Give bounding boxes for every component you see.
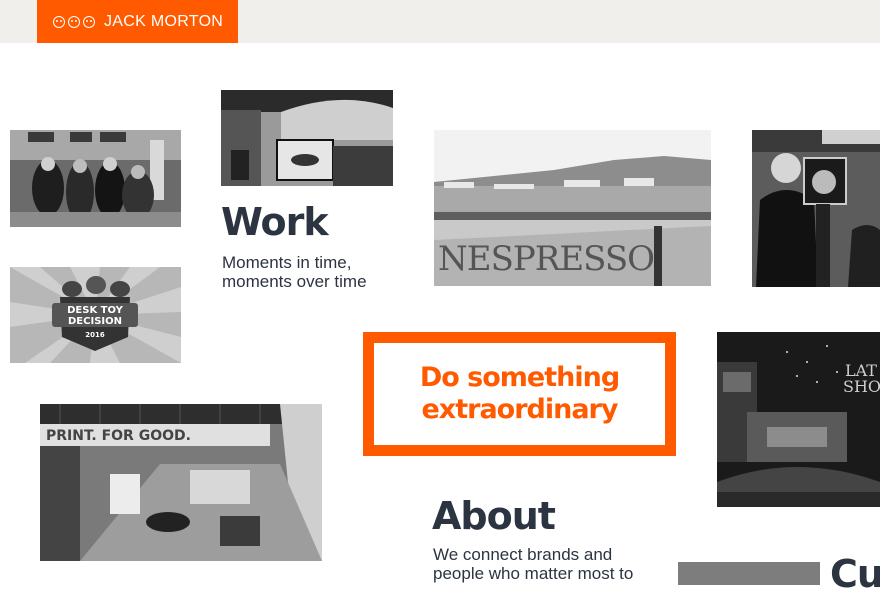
desk-toy-decision-image[interactable]: DESK TOY DECISION 2016 — [10, 267, 181, 363]
print-for-good-venue-image[interactable]: PRINT. FOR GOOD. — [40, 404, 322, 561]
stage-event-image[interactable] — [221, 90, 393, 186]
late-show-studio-image[interactable]: LAT SHO — [717, 332, 880, 507]
next-section-image[interactable] — [678, 562, 820, 585]
badge-line1: DESK TOY — [67, 305, 124, 316]
about-text-1: We connect brands and — [433, 545, 613, 564]
brand-name: JACK MORTON — [104, 12, 224, 30]
print-for-good-sign: PRINT. FOR GOOD. — [46, 428, 191, 444]
cta-box[interactable]: Do something extraordinary — [363, 332, 676, 456]
work-heading[interactable]: Work — [221, 200, 329, 244]
badge-line2: DECISION — [68, 316, 122, 327]
nespresso-logo: NESPRESSO — [438, 239, 654, 279]
logo-faces-icon — [53, 15, 95, 28]
work-tagline-1: Moments in time, — [222, 253, 352, 272]
cta-line2: extraordinary — [421, 394, 619, 425]
about-heading[interactable]: About — [432, 494, 556, 538]
camera-operator-image[interactable] — [752, 130, 880, 287]
next-section-heading[interactable]: Cu — [830, 552, 880, 596]
brand-logo[interactable]: JACK MORTON — [37, 0, 238, 43]
work-tagline-2: moments over time — [222, 272, 367, 291]
badge-year: 2016 — [85, 331, 105, 339]
nespresso-harbour-image[interactable]: NESPRESSO — [434, 130, 711, 286]
late-show-sign-2: SHO — [843, 377, 880, 396]
about-text-2: people who matter most to — [433, 564, 634, 583]
cta-line1: Do something — [419, 362, 620, 393]
group-photo-image[interactable] — [10, 130, 181, 227]
